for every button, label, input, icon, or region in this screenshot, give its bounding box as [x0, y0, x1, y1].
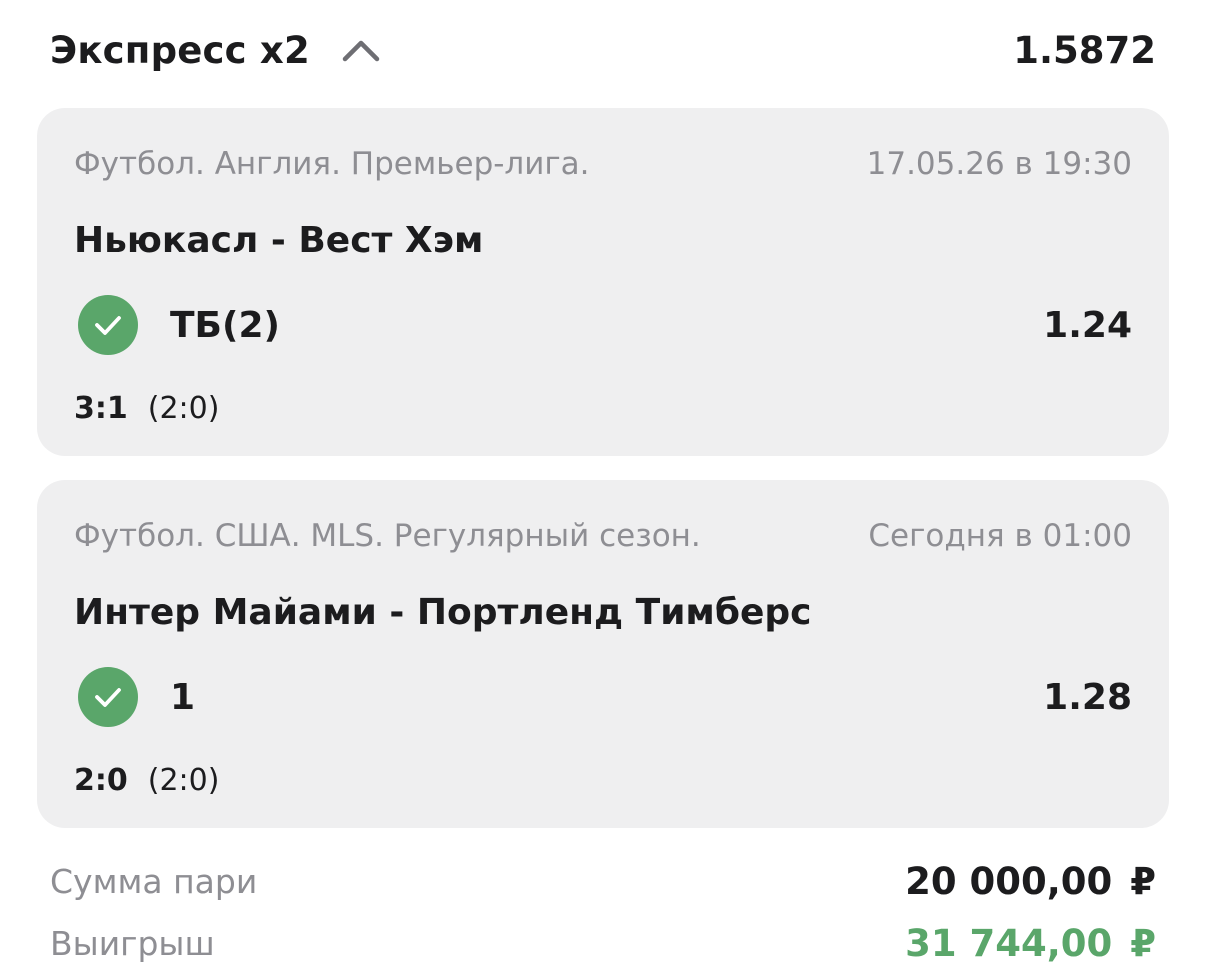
league-label: Футбол. Англия. Премьер-лига.: [74, 146, 590, 182]
bet-meta-row: Футбол. Англия. Премьер-лига. 17.05.26 в…: [74, 144, 1132, 184]
stake-amount: 20 000,00 ₽: [905, 860, 1156, 903]
stake-value: 20 000,00: [905, 859, 1113, 903]
bet-outcome: ТБ(2): [74, 295, 280, 355]
bet-odds: 1.24: [1043, 304, 1132, 346]
express-header-left: Экспресс x2: [50, 29, 382, 72]
bet-row: 1 1.28: [74, 666, 1132, 728]
bet-card[interactable]: Футбол. Англия. Премьер-лига. 17.05.26 в…: [37, 108, 1169, 456]
total-odds: 1.5872: [1013, 28, 1156, 72]
win-value: 31 744,00: [905, 921, 1113, 965]
win-row: Выигрыш 31 744,00 ₽: [50, 918, 1156, 968]
bet-market: ТБ(2): [170, 304, 280, 346]
win-label: Выигрыш: [50, 923, 215, 963]
match-date: Сегодня в 01:00: [868, 518, 1132, 554]
match-teams: Интер Майами - Портленд Тимберс: [74, 591, 812, 633]
stake-row: Сумма пари 20 000,00 ₽: [50, 856, 1156, 906]
teams-row: Интер Майами - Портленд Тимберс: [74, 588, 1132, 636]
currency-symbol: ₽: [1130, 921, 1156, 965]
score-row: 3:1 (2:0): [74, 388, 1132, 428]
match-date: 17.05.26 в 19:30: [866, 146, 1132, 182]
chevron-up-icon[interactable]: [340, 29, 382, 71]
bet-outcome: 1: [74, 667, 195, 727]
currency-symbol: ₽: [1130, 859, 1156, 903]
bet-odds: 1.28: [1043, 676, 1132, 718]
score-row: 2:0 (2:0): [74, 760, 1132, 800]
teams-row: Ньюкасл - Вест Хэм: [74, 216, 1132, 264]
bet-row: ТБ(2) 1.24: [74, 294, 1132, 356]
bet-meta-row: Футбол. США. MLS. Регулярный сезон. Сего…: [74, 516, 1132, 556]
stake-label: Сумма пари: [50, 861, 258, 901]
bet-market: 1: [170, 676, 196, 718]
express-title: Экспресс x2: [50, 28, 310, 72]
bet-card[interactable]: Футбол. США. MLS. Регулярный сезон. Сего…: [37, 480, 1169, 828]
league-label: Футбол. США. MLS. Регулярный сезон.: [74, 518, 701, 554]
halftime-score: (2:0): [147, 762, 220, 798]
check-circle-icon: [78, 667, 138, 727]
win-amount: 31 744,00 ₽: [905, 922, 1156, 965]
halftime-score: (2:0): [147, 390, 220, 426]
express-header: Экспресс x2 1.5872: [50, 22, 1156, 78]
check-circle-icon: [78, 295, 138, 355]
match-teams: Ньюкасл - Вест Хэм: [74, 219, 484, 261]
final-score: 3:1: [74, 390, 128, 426]
final-score: 2:0: [74, 762, 128, 798]
